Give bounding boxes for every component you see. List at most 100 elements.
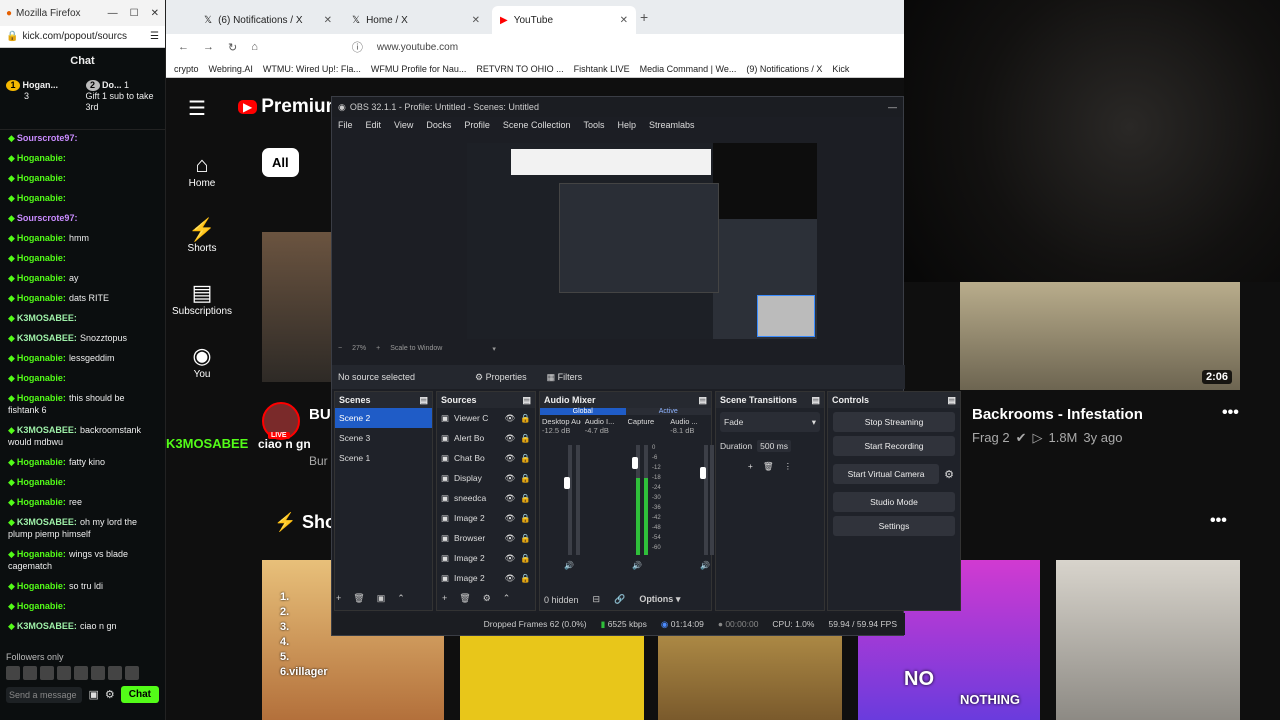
- chat-send-button[interactable]: Chat: [120, 686, 159, 703]
- lock-icon[interactable]: 🔒: [520, 473, 531, 484]
- emote-icon[interactable]: [91, 666, 105, 680]
- gear-icon[interactable]: ⚙: [483, 593, 491, 604]
- lock-icon[interactable]: 🔒: [520, 573, 531, 584]
- add-icon[interactable]: +: [336, 593, 341, 604]
- tab-youtube[interactable]: ▶ YouTube ✕: [492, 6, 636, 34]
- link-icon[interactable]: 🔗: [614, 594, 625, 605]
- start-virtual-camera-button[interactable]: Start Virtual Camera: [833, 464, 940, 484]
- chat-username[interactable]: Hoganabie:: [17, 393, 66, 403]
- chat-username[interactable]: Hoganabie:: [17, 253, 66, 263]
- lock-icon[interactable]: 🔒: [520, 493, 531, 504]
- speaker-icon[interactable]: 🔊: [564, 561, 574, 570]
- eye-icon[interactable]: 👁: [505, 573, 516, 584]
- chat-username[interactable]: Hoganabie:: [17, 353, 66, 363]
- bookmark-item[interactable]: crypto: [174, 64, 199, 74]
- lock-icon[interactable]: 🔒: [520, 433, 531, 444]
- minimize-icon[interactable]: —: [108, 8, 118, 19]
- gifter-1[interactable]: 1 Hogan... 3: [6, 80, 80, 123]
- reload-icon[interactable]: ↻: [228, 41, 237, 54]
- more-options-icon[interactable]: •••: [1210, 512, 1227, 530]
- start-recording-button[interactable]: Start Recording: [833, 436, 955, 456]
- menu-item-profile[interactable]: Profile: [464, 120, 490, 130]
- tab-active[interactable]: Active: [626, 408, 712, 415]
- source-item[interactable]: ▣ Image 2 👁 🔒: [437, 548, 535, 568]
- speaker-icon[interactable]: 🔊: [632, 561, 642, 570]
- chat-input[interactable]: Send a message: [6, 686, 83, 703]
- chevron-down-icon[interactable]: ▾: [492, 345, 496, 353]
- chat-username[interactable]: Hoganabie:: [17, 233, 66, 243]
- bookmark-item[interactable]: Kick: [832, 64, 849, 74]
- chat-username[interactable]: Hoganabie:: [17, 549, 66, 559]
- chat-username[interactable]: Sourscrote97:: [17, 133, 78, 143]
- home-icon[interactable]: ⌂: [251, 41, 258, 53]
- dock-menu-icon[interactable]: ▤: [947, 395, 956, 406]
- source-item[interactable]: ▣ Display 👁 🔒: [437, 468, 535, 488]
- source-item[interactable]: ▣ Viewer C 👁 🔒: [437, 408, 535, 428]
- lock-icon[interactable]: 🔒: [520, 533, 531, 544]
- emote-icon[interactable]: [23, 666, 37, 680]
- up-icon[interactable]: ⌃: [397, 593, 405, 604]
- chat-username[interactable]: Hoganabie:: [17, 193, 66, 203]
- channel-name[interactable]: Frag 2: [972, 430, 1010, 446]
- nav-subscriptions[interactable]: ▤ Subscriptions: [166, 280, 238, 317]
- trash-icon[interactable]: 🗑: [459, 593, 470, 604]
- source-item[interactable]: ▣ Chat Bo 👁 🔒: [437, 448, 535, 468]
- chat-username[interactable]: Hoganabie:: [17, 293, 66, 303]
- eye-icon[interactable]: 👁: [505, 453, 516, 464]
- settings-button[interactable]: Settings: [833, 516, 955, 536]
- chat-username[interactable]: Hoganabie:: [17, 173, 66, 183]
- volume-slider[interactable]: [700, 467, 706, 479]
- gift-icon[interactable]: ▣: [88, 688, 98, 701]
- more-icon[interactable]: ⋮: [784, 461, 793, 472]
- bookmark-item[interactable]: Fishtank LIVE: [574, 64, 630, 74]
- zoom-in-icon[interactable]: +: [376, 345, 380, 353]
- menu-icon[interactable]: ☰: [150, 31, 159, 42]
- lock-icon[interactable]: 🔒: [520, 413, 531, 424]
- menu-item-tools[interactable]: Tools: [583, 120, 604, 130]
- chip-all[interactable]: All: [262, 148, 299, 177]
- emote-icon[interactable]: [6, 666, 20, 680]
- duration-input[interactable]: 500 ms: [757, 440, 792, 452]
- scale-label[interactable]: Scale to Window: [390, 345, 442, 353]
- short-thumbnail-cat[interactable]: [1056, 560, 1240, 720]
- eye-icon[interactable]: 👁: [505, 553, 516, 564]
- emote-icon[interactable]: [40, 666, 54, 680]
- scene-item[interactable]: Scene 3: [335, 428, 432, 448]
- menu-item-edit[interactable]: Edit: [366, 120, 382, 130]
- speaker-icon[interactable]: 🔊: [700, 561, 710, 570]
- bookmark-item[interactable]: WTMU: Wired Up!: Fla...: [263, 64, 361, 74]
- dock-menu-icon[interactable]: ▤: [698, 395, 707, 406]
- nav-home[interactable]: ⌂ Home: [166, 152, 238, 189]
- chat-username[interactable]: Hoganabie:: [17, 153, 66, 163]
- tab-home-x[interactable]: 𝕏 Home / X ✕: [344, 6, 488, 34]
- filters-button[interactable]: ▦ Filters: [547, 372, 583, 383]
- gifter-2[interactable]: 2 Do... 1 Gift 1 sub to take 3rd: [85, 80, 160, 123]
- menu-item-scene-collection[interactable]: Scene Collection: [503, 120, 571, 130]
- eye-icon[interactable]: 👁: [505, 433, 516, 444]
- chat-username[interactable]: Hoganabie:: [17, 497, 66, 507]
- properties-button[interactable]: ⚙ Properties: [475, 372, 527, 383]
- bookmark-item[interactable]: (9) Notifications / X: [746, 64, 822, 74]
- close-tab-icon[interactable]: ✕: [324, 15, 332, 26]
- chat-username[interactable]: K3MOSABEE:: [17, 313, 77, 323]
- volume-slider[interactable]: [564, 477, 570, 489]
- forward-icon[interactable]: →: [203, 41, 214, 53]
- source-item[interactable]: ▣ Image 2 👁 🔒: [437, 508, 535, 528]
- tab-global[interactable]: Global: [540, 408, 626, 415]
- obs-preview[interactable]: [467, 143, 817, 339]
- dock-menu-icon[interactable]: ▤: [419, 395, 428, 406]
- volume-slider[interactable]: [632, 457, 638, 469]
- trash-icon[interactable]: 🗑: [353, 593, 364, 604]
- dock-menu-icon[interactable]: ▤: [811, 395, 820, 406]
- close-tab-icon[interactable]: ✕: [620, 15, 628, 26]
- emote-icon[interactable]: [74, 666, 88, 680]
- menu-item-view[interactable]: View: [394, 120, 413, 130]
- stop-streaming-button[interactable]: Stop Streaming: [833, 412, 955, 432]
- chat-username[interactable]: K3MOSABEE:: [17, 425, 77, 435]
- scene-item[interactable]: Scene 1: [335, 448, 432, 468]
- menu-item-docks[interactable]: Docks: [426, 120, 451, 130]
- add-icon[interactable]: +: [748, 461, 753, 471]
- dock-menu-icon[interactable]: ▤: [522, 395, 531, 406]
- chat-username[interactable]: Hoganabie:: [17, 477, 66, 487]
- transition-select[interactable]: Fade ▾: [720, 412, 820, 432]
